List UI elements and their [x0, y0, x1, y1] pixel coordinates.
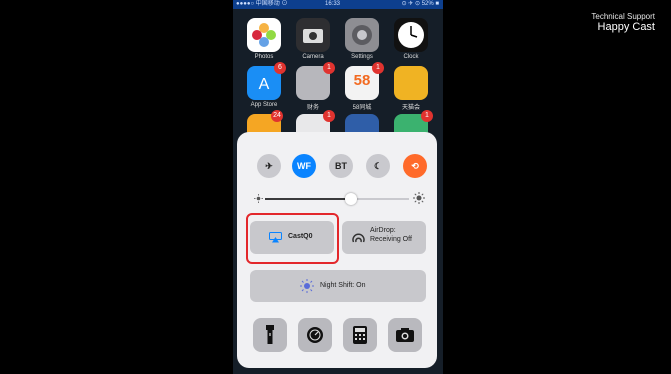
page-indicator [334, 369, 344, 374]
camera-button[interactable] [388, 318, 422, 352]
app-badge: 1 [421, 110, 433, 122]
brightness-low-icon [254, 194, 263, 203]
night-shift-icon [300, 279, 314, 293]
watermark-line2: Happy Cast [597, 21, 655, 33]
settings-icon[interactable] [345, 18, 379, 52]
app-label: 58同城 [352, 105, 372, 111]
app-badge: 24 [271, 110, 283, 122]
clock-icon[interactable] [394, 18, 428, 52]
app-label: Photos [254, 54, 274, 60]
flashlight-icon [266, 325, 274, 344]
app-label: Clock [403, 54, 419, 60]
airdrop-line1: AirDrop: [370, 227, 396, 234]
airplane-toggle[interactable]: ✈ [257, 154, 281, 178]
camera-icon [396, 328, 414, 342]
app-tp-icon[interactable] [394, 66, 428, 100]
app-badge: 6 [274, 62, 286, 74]
rotation-lock-toggle[interactable]: ⟲ [403, 154, 427, 178]
app-58-text: 58 [353, 72, 371, 89]
app-badge: 1 [372, 62, 384, 74]
watermark-line1: Technical Support [591, 12, 655, 21]
bluetooth-toggle[interactable]: BT [329, 154, 353, 178]
status-icons: ⊙ ✈ ⊙ 52% ■ [401, 1, 439, 7]
watermark: Technical Support Happy Cast [591, 12, 655, 34]
night-shift-label: Night Shift: On [320, 282, 366, 289]
app-label: Camera [302, 54, 324, 60]
control-center: ✈ WF BT ☾ ⟲ CastQ0 AirDrop: Receiving Of… [237, 132, 437, 368]
do-not-disturb-toggle[interactable]: ☾ [366, 154, 390, 178]
calculator-button[interactable] [343, 318, 377, 352]
app-badge: 1 [323, 62, 335, 74]
night-shift-button[interactable]: Night Shift: On [250, 270, 426, 302]
timer-button[interactable] [298, 318, 332, 352]
phone-screen: ●●●●○ 中国移动 ⊙ 16:33 ⊙ ✈ ⊙ 52% ■ Photos Ca… [233, 0, 443, 374]
wifi-toggle[interactable]: WF [292, 154, 316, 178]
timer-icon [307, 327, 323, 343]
flashlight-button[interactable] [253, 318, 287, 352]
app-label: App Store [250, 102, 278, 108]
airdrop-button[interactable]: AirDrop: Receiving Off [342, 221, 426, 254]
brightness-high-icon [413, 192, 425, 204]
status-bar: ●●●●○ 中国移动 ⊙ 16:33 ⊙ ✈ ⊙ 52% ■ [233, 0, 443, 9]
calculator-icon [353, 326, 367, 344]
status-time: 16:33 [325, 1, 341, 7]
photos-icon[interactable] [247, 18, 281, 52]
brightness-knob[interactable] [345, 193, 358, 205]
carrier-signal: ●●●●○ 中国移动 ⊙ [236, 1, 288, 7]
brightness-fill [265, 198, 352, 200]
svg-text:A: A [259, 76, 270, 93]
airplay-highlight [246, 213, 339, 264]
app-label: Settings [351, 54, 373, 60]
brightness-slider[interactable] [265, 193, 409, 205]
airdrop-icon [352, 233, 365, 243]
airdrop-line2: Receiving Off [370, 236, 412, 243]
app-badge: 1 [323, 110, 335, 122]
camera-icon[interactable] [296, 18, 330, 52]
